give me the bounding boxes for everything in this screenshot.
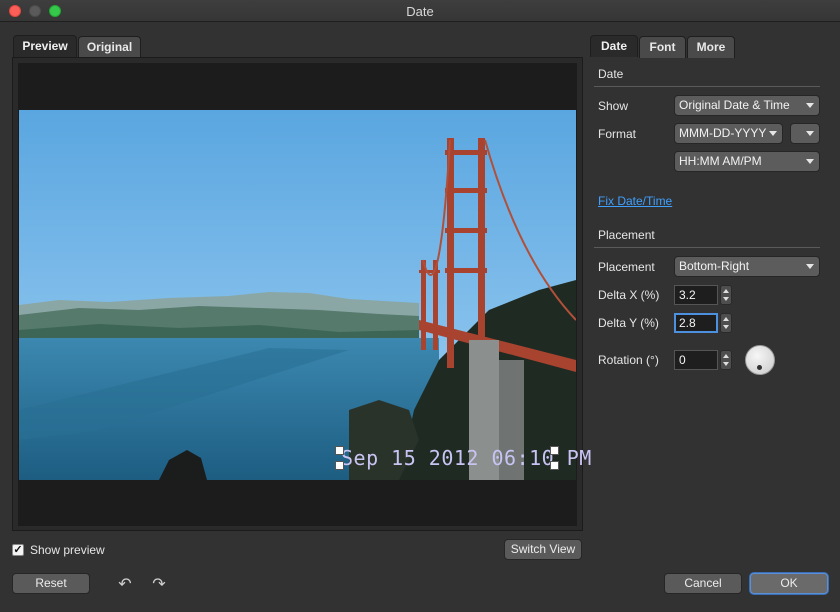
rotation-dial[interactable] <box>745 345 775 375</box>
show-preview-checkbox[interactable]: ✓ <box>12 544 24 556</box>
placement-select[interactable]: Bottom-Right <box>674 256 820 277</box>
switch-view-button[interactable]: Switch View <box>504 539 582 560</box>
dial-indicator <box>757 365 762 370</box>
stepper-down-icon <box>723 297 729 301</box>
time-format-select[interactable]: HH:MM AM/PM <box>674 151 820 172</box>
delta-x-input[interactable]: 3.2 <box>674 285 718 305</box>
format-extra-select[interactable] <box>790 123 820 144</box>
stepper-up-icon <box>723 354 729 358</box>
placement-section-title: Placement <box>598 228 655 242</box>
delta-y-stepper[interactable] <box>720 313 732 333</box>
placement-value: Bottom-Right <box>679 259 750 273</box>
reset-button[interactable]: Reset <box>12 573 90 594</box>
chevron-down-icon <box>806 131 814 136</box>
delta-y-label: Delta Y (%) <box>598 316 659 330</box>
time-format-value: HH:MM AM/PM <box>679 154 762 168</box>
preview-photo <box>19 110 576 480</box>
show-preview-label[interactable]: Show preview <box>30 543 105 557</box>
resize-handle-bottom-left[interactable] <box>335 461 344 470</box>
stepper-up-icon <box>723 317 729 321</box>
rotation-input[interactable]: 0 <box>674 350 718 370</box>
chevron-down-icon <box>806 159 814 164</box>
fix-date-time-link[interactable]: Fix Date/Time <box>598 194 672 208</box>
chevron-down-icon <box>806 264 814 269</box>
tab-font[interactable]: Font <box>639 36 686 58</box>
stepper-up-icon <box>723 289 729 293</box>
stepper-down-icon <box>723 362 729 366</box>
show-select[interactable]: Original Date & Time <box>674 95 820 116</box>
show-label: Show <box>598 99 629 113</box>
show-select-value: Original Date & Time <box>679 98 790 112</box>
delta-x-stepper[interactable] <box>720 285 732 305</box>
tab-date[interactable]: Date <box>590 35 638 57</box>
resize-handle-top-left[interactable] <box>335 446 344 455</box>
tab-original[interactable]: Original <box>78 36 141 58</box>
chevron-down-icon <box>769 131 777 136</box>
delta-y-input[interactable]: 2.8 <box>674 313 718 333</box>
rotation-label: Rotation (°) <box>598 353 659 367</box>
divider <box>594 86 820 87</box>
redo-icon[interactable]: ↷ <box>150 574 168 594</box>
date-format-value: MMM-DD-YYYY <box>679 126 767 140</box>
placement-label: Placement <box>598 260 655 274</box>
window-title: Date <box>406 4 434 19</box>
tab-preview[interactable]: Preview <box>13 35 77 57</box>
delta-x-label: Delta X (%) <box>598 288 660 302</box>
ok-button[interactable]: OK <box>750 573 828 594</box>
undo-icon[interactable]: ↶ <box>116 574 134 594</box>
resize-handle-top-right[interactable] <box>550 446 559 455</box>
title-bar: Date <box>0 0 840 22</box>
date-format-select[interactable]: MMM-DD-YYYY <box>674 123 783 144</box>
chevron-down-icon <box>806 103 814 108</box>
date-section-title: Date <box>598 67 624 81</box>
photo-image <box>19 110 576 480</box>
cancel-button[interactable]: Cancel <box>664 573 742 594</box>
divider <box>594 247 820 248</box>
format-label: Format <box>598 127 637 141</box>
resize-handle-bottom-right[interactable] <box>550 461 559 470</box>
tab-more[interactable]: More <box>687 36 735 58</box>
stepper-down-icon <box>723 325 729 329</box>
rotation-stepper[interactable] <box>720 350 732 370</box>
